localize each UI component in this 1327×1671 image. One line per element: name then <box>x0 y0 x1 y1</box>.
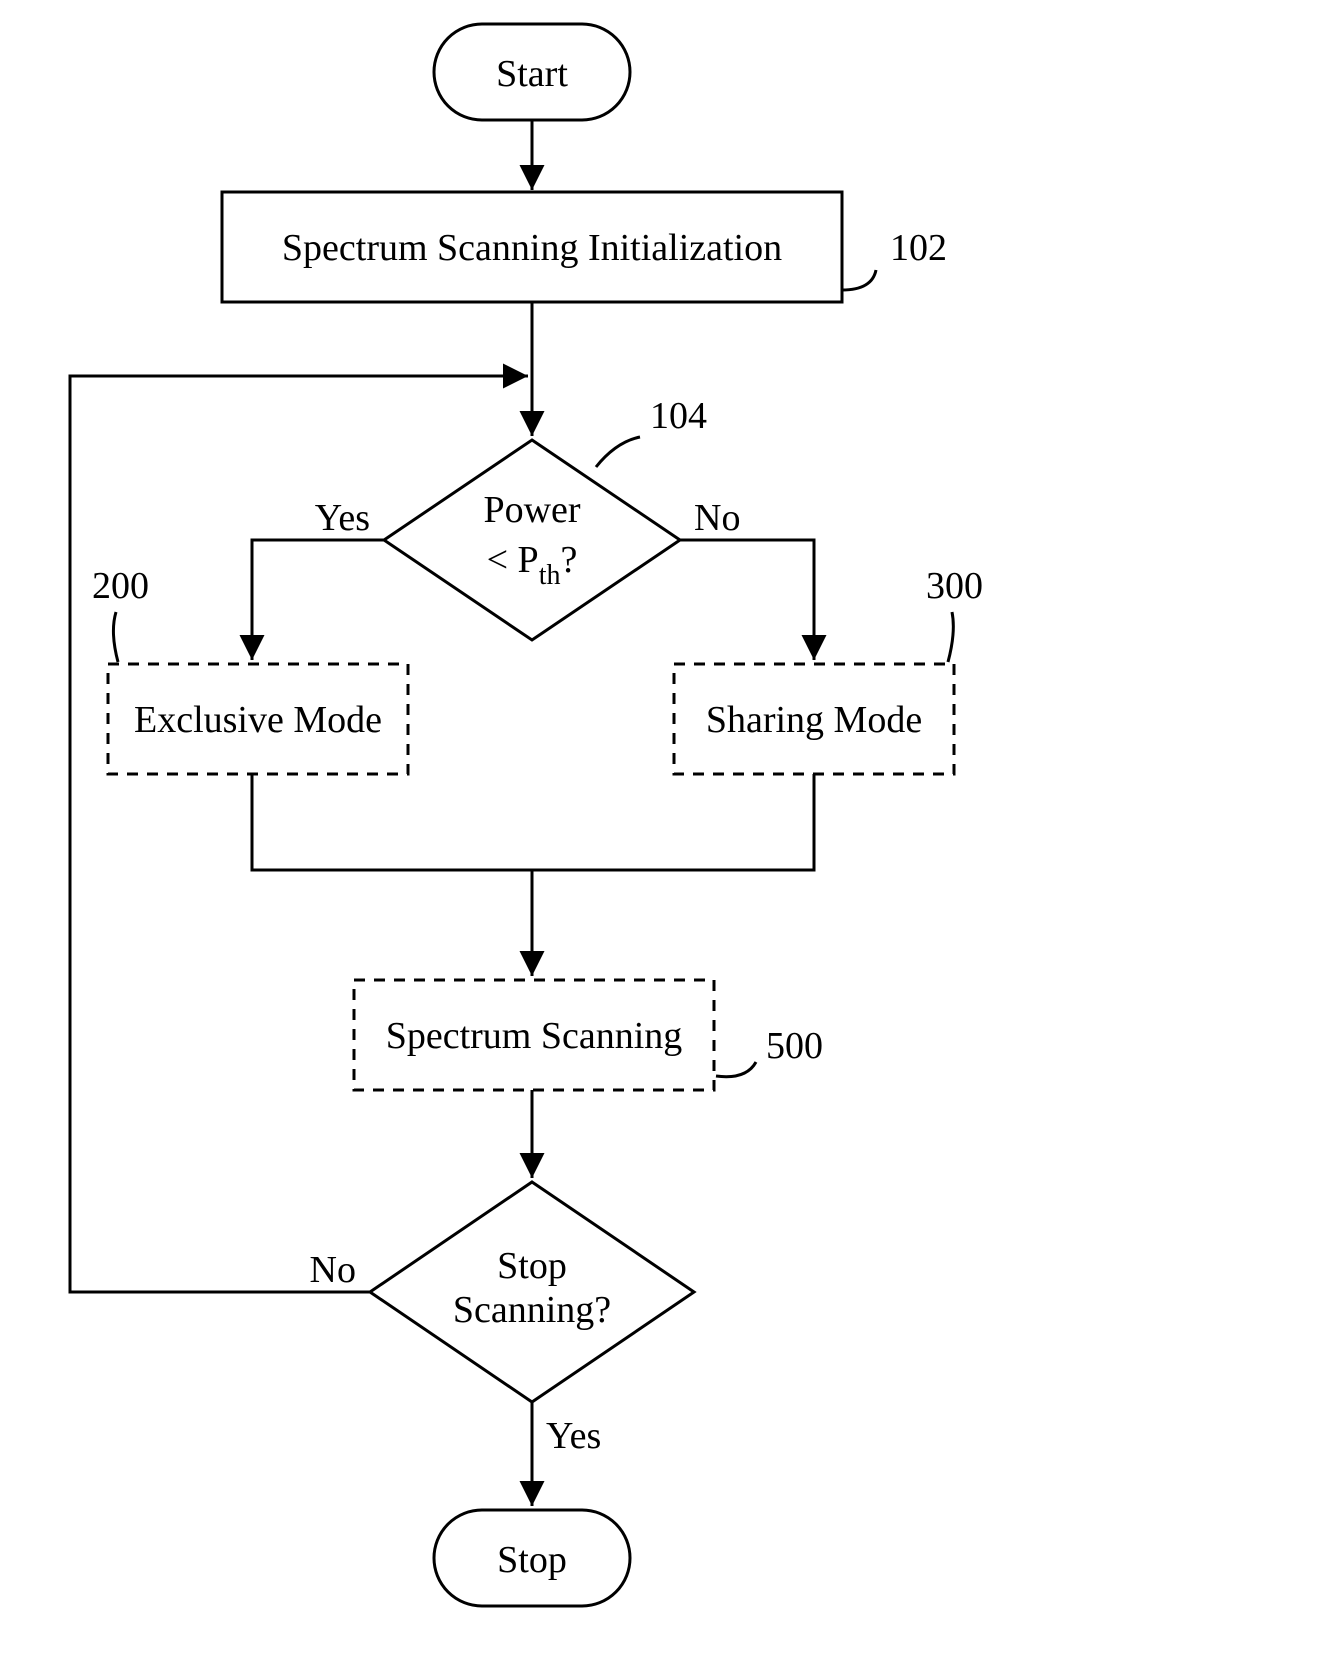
ref-500: 500 <box>766 1025 823 1067</box>
process-exclusive: Exclusive Mode <box>108 664 408 774</box>
sharing-label: Sharing Mode <box>706 699 922 741</box>
edge-power-yes <box>252 540 384 660</box>
stopq-line1: Stop <box>497 1245 567 1287</box>
terminator-start: Start <box>434 24 630 120</box>
label-stop-no: No <box>310 1249 356 1291</box>
stop-label: Stop <box>497 1539 567 1581</box>
ref-102: 102 <box>890 227 947 269</box>
ref-line-102 <box>842 270 876 290</box>
process-spectrum: Spectrum Scanning <box>354 980 714 1090</box>
label-power-yes: Yes <box>315 497 370 539</box>
ref-line-500 <box>716 1062 756 1077</box>
ref-300: 300 <box>926 565 983 607</box>
power-line1: Power <box>483 489 580 531</box>
ref-line-104 <box>596 437 640 467</box>
process-sharing: Sharing Mode <box>674 664 954 774</box>
flowchart: Start Spectrum Scanning Initialization 1… <box>0 0 1327 1671</box>
init-label: Spectrum Scanning Initialization <box>282 227 782 269</box>
decision-power: Power < Pth? <box>384 440 680 640</box>
edge-merge-horiz <box>252 774 814 870</box>
decision-stop: Stop Scanning? <box>370 1182 694 1402</box>
ref-104: 104 <box>650 395 707 437</box>
start-label: Start <box>496 53 568 95</box>
ref-line-200 <box>113 612 118 662</box>
spectrum-label: Spectrum Scanning <box>386 1015 683 1057</box>
label-stop-yes: Yes <box>546 1415 601 1457</box>
terminator-stop: Stop <box>434 1510 630 1606</box>
ref-line-300 <box>948 612 953 662</box>
exclusive-label: Exclusive Mode <box>134 699 382 741</box>
edge-power-no <box>680 540 814 660</box>
ref-200: 200 <box>92 565 149 607</box>
stopq-line2: Scanning? <box>453 1289 611 1331</box>
label-power-no: No <box>694 497 740 539</box>
process-init: Spectrum Scanning Initialization <box>222 192 842 302</box>
